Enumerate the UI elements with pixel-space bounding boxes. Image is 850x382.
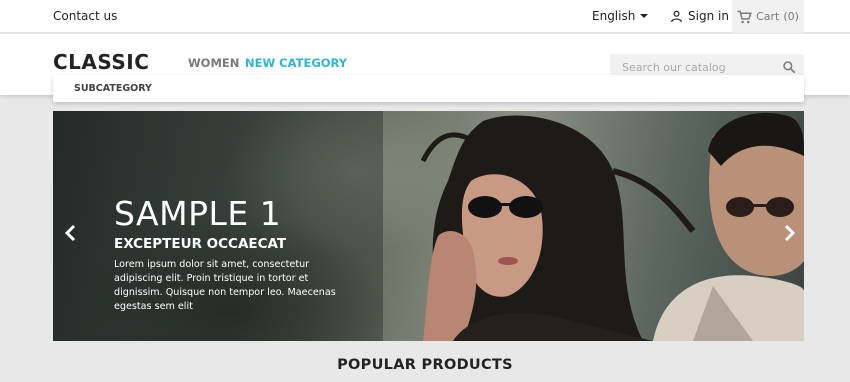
language-label: English bbox=[592, 9, 636, 23]
slide-subtitle: EXCEPTEUR OCCAECAT bbox=[114, 236, 287, 252]
chevron-left-icon bbox=[64, 224, 76, 242]
carousel-prev-button[interactable] bbox=[63, 223, 79, 243]
shop-logo[interactable]: CLASSIC bbox=[53, 50, 149, 74]
slide-title: SAMPLE 1 bbox=[114, 194, 282, 233]
slide-description: Lorem ipsum dolor sit amet, consectetur … bbox=[114, 259, 336, 312]
caret-down-icon bbox=[640, 14, 649, 18]
language-selector[interactable]: English bbox=[592, 9, 649, 23]
search-icon[interactable] bbox=[782, 60, 796, 74]
category-dropdown: SUBCATEGORY bbox=[53, 75, 804, 102]
cart-label: Cart bbox=[756, 10, 780, 23]
carousel-next-button[interactable] bbox=[781, 223, 797, 243]
sign-in-link[interactable]: Sign in bbox=[670, 9, 729, 23]
cart-button[interactable]: Cart (0) bbox=[732, 0, 804, 33]
shopping-cart-icon bbox=[737, 10, 752, 23]
user-icon bbox=[671, 10, 682, 22]
submenu-item-subcategory[interactable]: SUBCATEGORY bbox=[74, 83, 152, 94]
top-nav-bar: Contact us English Sign in Cart (0) bbox=[0, 0, 850, 33]
contact-us-link[interactable]: Contact us bbox=[53, 9, 117, 23]
menu-item-women[interactable]: WOMEN bbox=[188, 56, 239, 70]
chevron-right-icon bbox=[784, 224, 796, 242]
hero-carousel[interactable]: SAMPLE 1 EXCEPTEUR OCCAECAT Lorem ipsum … bbox=[53, 111, 804, 341]
menu-item-new-category[interactable]: NEW CATEGORY bbox=[245, 56, 347, 70]
cart-count: (0) bbox=[783, 10, 799, 23]
popular-products-heading: POPULAR PRODUCTS bbox=[337, 357, 513, 373]
sign-in-label: Sign in bbox=[688, 9, 729, 23]
